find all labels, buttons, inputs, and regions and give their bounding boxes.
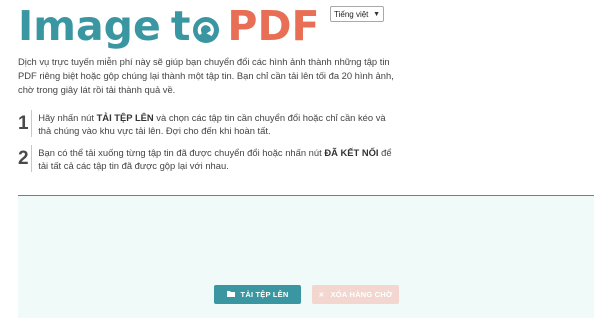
site-logo[interactable]: Image t PDF [18,0,320,52]
folder-icon [226,290,235,299]
clear-queue-button[interactable]: ✕ XÓA HÀNG CHỜ [312,285,399,304]
step-text-bold: ĐÃ KẾT NỐI [324,147,379,158]
logo-text-image: Image [18,2,161,50]
step-1: 1 Hãy nhấn nút TẢI TỆP LÊN và chọn các t… [18,110,398,137]
intro-description: Dịch vụ trực tuyến miễn phí này sẽ giúp … [18,56,394,95]
step-number: 1 [18,113,29,134]
step-description: Hãy nhấn nút TẢI TỆP LÊN và chọn các tập… [38,110,398,137]
step-text-before: Hãy nhấn nút [38,112,97,123]
refresh-arrow-icon [191,6,221,43]
logo-text-to: t [170,2,191,50]
upload-files-label: TẢI TỆP LÊN [240,290,289,299]
step-divider [30,110,32,137]
upload-files-button[interactable]: TẢI TỆP LÊN [214,285,301,304]
chevron-down-icon: ▼ [373,10,380,18]
upload-dropzone[interactable] [18,196,594,318]
step-2: 2 Bạn có thể tải xuống từng tập tin đã đ… [18,145,398,172]
close-icon: ✕ [318,291,325,299]
step-text-bold: TẢI TỆP LÊN [96,112,154,123]
step-divider [30,145,32,172]
step-description: Bạn có thể tải xuống từng tập tin đã đượ… [38,145,398,172]
step-text-before: Bạn có thể tải xuống từng tập tin đã đượ… [38,147,325,158]
step-number: 2 [18,148,29,169]
language-select-value: Tiếng việt [334,9,369,19]
logo-text-pdf: PDF [227,2,320,50]
language-select[interactable]: Tiếng việt ▼ [330,6,384,22]
clear-queue-label: XÓA HÀNG CHỜ [330,290,393,299]
